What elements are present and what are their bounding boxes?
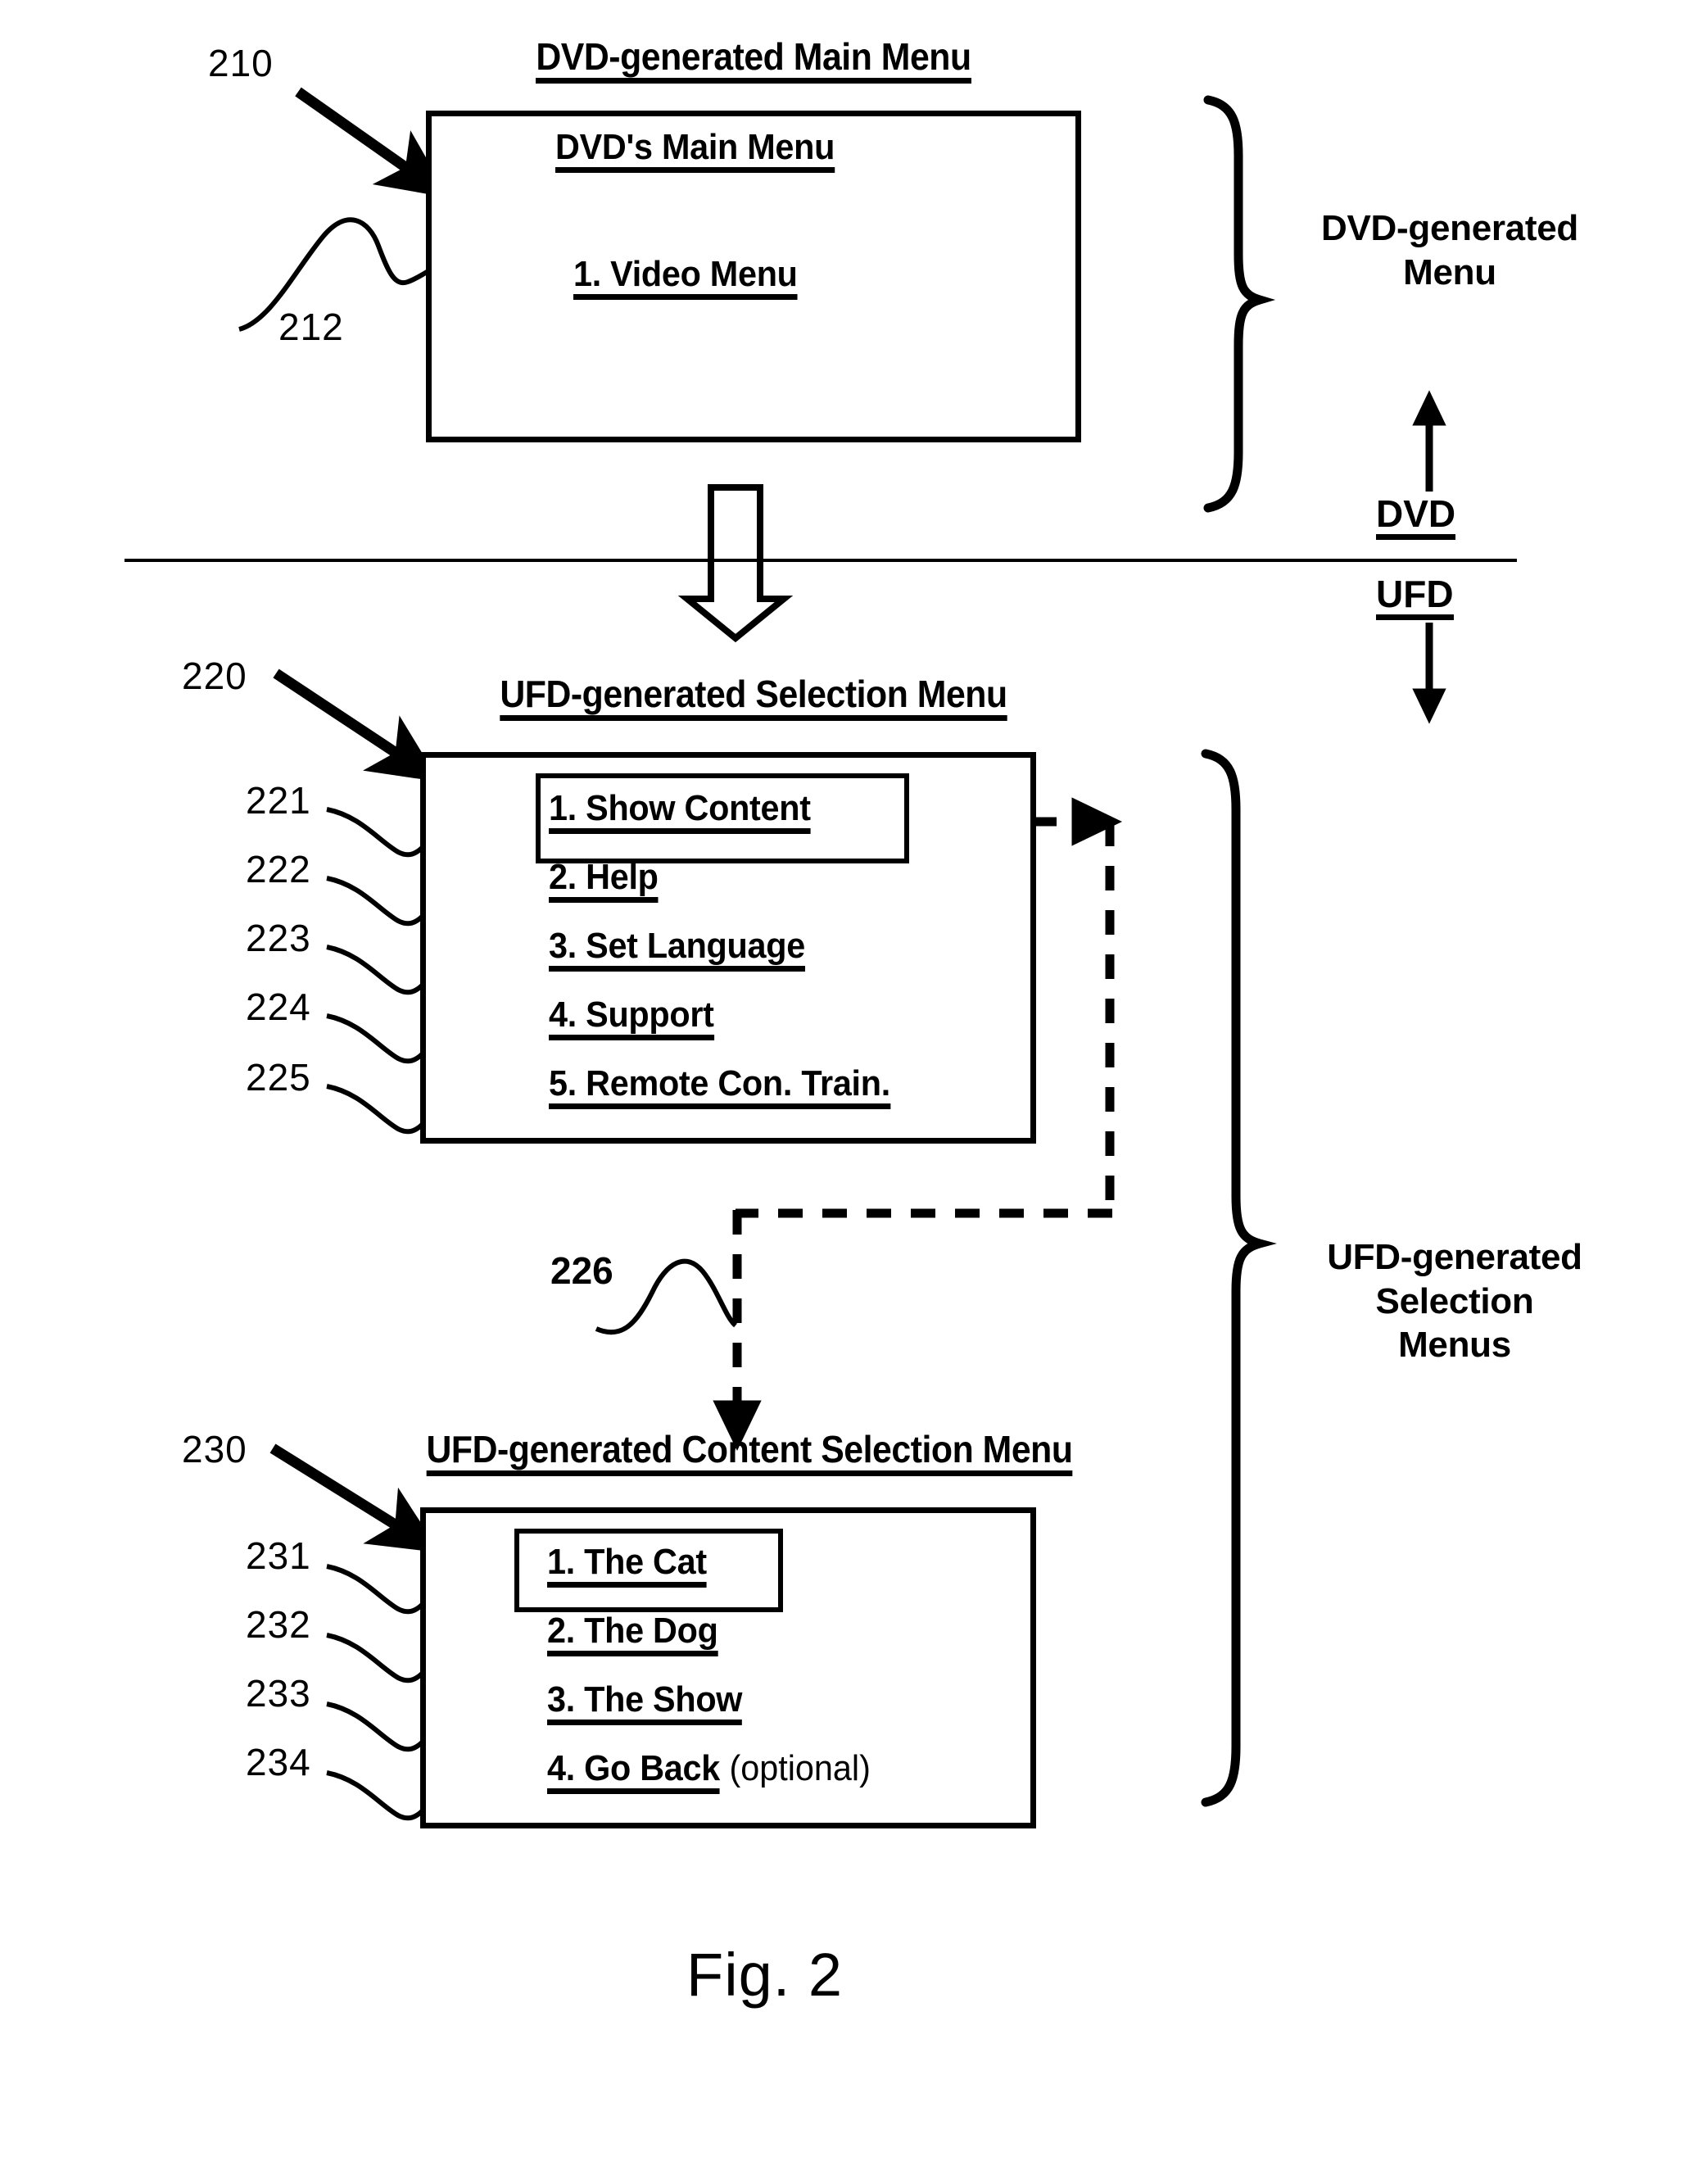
ref-210: 210 <box>208 42 274 84</box>
ref-230: 230 <box>182 1428 247 1470</box>
ref-224: 224 <box>246 986 311 1028</box>
dvd-menu-item-1-label: 1. Video Menu <box>573 255 798 301</box>
ufd-selection-item-5[interactable]: 5. Remote Con. Train. <box>549 1063 890 1110</box>
ufd-content-item-1-label: 1. The Cat <box>547 1543 707 1588</box>
ufd-content-item-1[interactable]: 1. The Cat <box>547 1542 707 1588</box>
ufd-selection-item-3[interactable]: 3. Set Language <box>549 926 805 972</box>
ufd-selection-item-1-label: 1. Show Content <box>549 789 811 835</box>
ufd-selection-item-3-label: 3. Set Language <box>549 927 805 972</box>
ufd-content-item-4-label: 4. Go Back <box>547 1749 720 1795</box>
ufd-content-section-title: UFD-generated Content Selection Menu <box>357 1427 1142 1477</box>
divider-label-dvd-text: DVD <box>1376 494 1456 541</box>
ref-222: 222 <box>246 848 311 890</box>
divider-label-ufd: UFD <box>1376 572 1454 621</box>
dvd-to-ufd-block-arrow <box>677 484 794 643</box>
ufd-content-item-3[interactable]: 3. The Show <box>547 1679 742 1726</box>
ref-221: 221 <box>246 779 311 822</box>
patent-figure-2: DVD-generated Main Menu 210 DVD's Main M… <box>0 0 1702 2184</box>
dvd-section-title-text: DVD-generated Main Menu <box>536 37 971 84</box>
brace-dvd-menu <box>1203 95 1276 513</box>
dvd-menu-heading: DVD's Main Menu <box>555 127 940 174</box>
ufd-content-item-2-label: 2. The Dog <box>547 1611 718 1657</box>
ufd-selection-section-title-text: UFD-generated Selection Menu <box>500 674 1007 722</box>
divider-label-ufd-text: UFD <box>1376 574 1454 621</box>
dvd-section-title: DVD-generated Main Menu <box>449 34 1058 84</box>
ref-226: 226 <box>550 1249 613 1292</box>
ref-212: 212 <box>278 306 344 348</box>
ref-225: 225 <box>246 1056 311 1099</box>
ref-232: 232 <box>246 1603 311 1646</box>
leader-226 <box>595 1258 738 1335</box>
ufd-selection-item-4-label: 4. Support <box>549 995 714 1041</box>
ref-223: 223 <box>246 917 311 959</box>
ref-234: 234 <box>246 1741 311 1783</box>
brace-label-dvd-menu: DVD-generated Menu <box>1321 208 1578 292</box>
ref-arrow-210 <box>295 87 450 198</box>
ufd-selection-item-5-label: 5. Remote Con. Train. <box>549 1064 890 1110</box>
ref-233: 233 <box>246 1672 311 1715</box>
dvd-menu-item-1[interactable]: 1. Video Menu <box>573 254 798 301</box>
ref-220: 220 <box>182 655 247 697</box>
ref-arrow-220 <box>273 668 440 782</box>
ufd-content-section-title-text: UFD-generated Content Selection Menu <box>426 1430 1073 1477</box>
ref-231: 231 <box>246 1534 311 1577</box>
ufd-content-item-2[interactable]: 2. The Dog <box>547 1611 718 1657</box>
ufd-selection-item-1[interactable]: 1. Show Content <box>549 788 811 835</box>
ufd-selection-item-2-label: 2. Help <box>549 858 659 904</box>
brace-label-ufd-menus: UFD-generated Selection Menus <box>1327 1237 1582 1366</box>
ufd-selection-item-4[interactable]: 4. Support <box>549 995 714 1041</box>
divider-label-dvd: DVD <box>1376 492 1456 541</box>
dvd-menu-heading-text: DVD's Main Menu <box>555 128 835 174</box>
ufd-content-item-4-suffix: (optional) <box>719 1748 871 1788</box>
ufd-selection-item-2[interactable]: 2. Help <box>549 857 659 904</box>
ufd-content-item-4[interactable]: 4. Go Back (optional) <box>547 1748 871 1795</box>
ufd-selection-section-title: UFD-generated Selection Menu <box>419 672 1089 722</box>
ufd-content-item-3-label: 3. The Show <box>547 1680 742 1726</box>
figure-caption: Fig. 2 <box>686 1941 844 2009</box>
brace-ufd-menus <box>1201 749 1277 1807</box>
